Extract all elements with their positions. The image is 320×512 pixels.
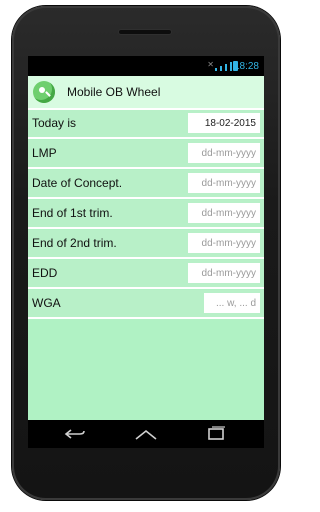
app-logo-icon[interactable] xyxy=(33,81,55,103)
row-label-end-second-trimester: End of 2nd trim. xyxy=(32,236,117,250)
navigation-bar xyxy=(28,420,264,448)
row-label-edd: EDD xyxy=(32,266,58,280)
wga-field[interactable] xyxy=(204,293,260,313)
status-bar: ✕ 18:28 xyxy=(28,56,264,76)
row-lmp: LMP xyxy=(28,140,264,169)
end-second-trimester-field[interactable] xyxy=(188,233,260,253)
row-end-second-trimester: End of 2nd trim. xyxy=(28,230,264,259)
row-label-date-of-conception: Date of Concept. xyxy=(32,176,123,190)
earpiece xyxy=(119,30,171,34)
signal-icon xyxy=(215,61,232,71)
end-first-trimester-field[interactable] xyxy=(188,203,260,223)
row-date-of-conception: Date of Concept. xyxy=(28,170,264,199)
today-date-field[interactable] xyxy=(188,113,260,133)
row-label-today: Today is xyxy=(32,116,77,130)
home-icon[interactable] xyxy=(134,426,158,442)
action-bar: Mobile OB Wheel xyxy=(28,76,264,110)
row-label-wga: WGA xyxy=(32,296,61,310)
row-label-lmp: LMP xyxy=(32,146,57,160)
screen: ✕ 18:28 Mobile OB Wheel Today is 18-02-2… xyxy=(28,56,264,448)
row-label-end-first-trimester: End of 1st trim. xyxy=(32,206,113,220)
app-title: Mobile OB Wheel xyxy=(67,85,161,99)
row-today: Today is xyxy=(28,110,264,139)
app-content: Mobile OB Wheel Today is LMP Date of Con… xyxy=(28,76,264,420)
edd-date-field[interactable] xyxy=(188,263,260,283)
row-edd: EDD xyxy=(28,260,264,289)
back-icon[interactable] xyxy=(63,426,87,442)
status-time: 18:28 xyxy=(233,61,259,72)
row-wga: WGA xyxy=(28,290,264,319)
no-sim-icon: ✕ xyxy=(207,60,214,69)
lmp-date-field[interactable] xyxy=(188,143,260,163)
phone-frame: ✕ 18:28 Mobile OB Wheel Today is 18-02-2… xyxy=(12,6,280,500)
row-end-first-trimester: End of 1st trim. xyxy=(28,200,264,229)
recent-apps-icon[interactable] xyxy=(204,426,228,442)
date-of-conception-field[interactable] xyxy=(188,173,260,193)
